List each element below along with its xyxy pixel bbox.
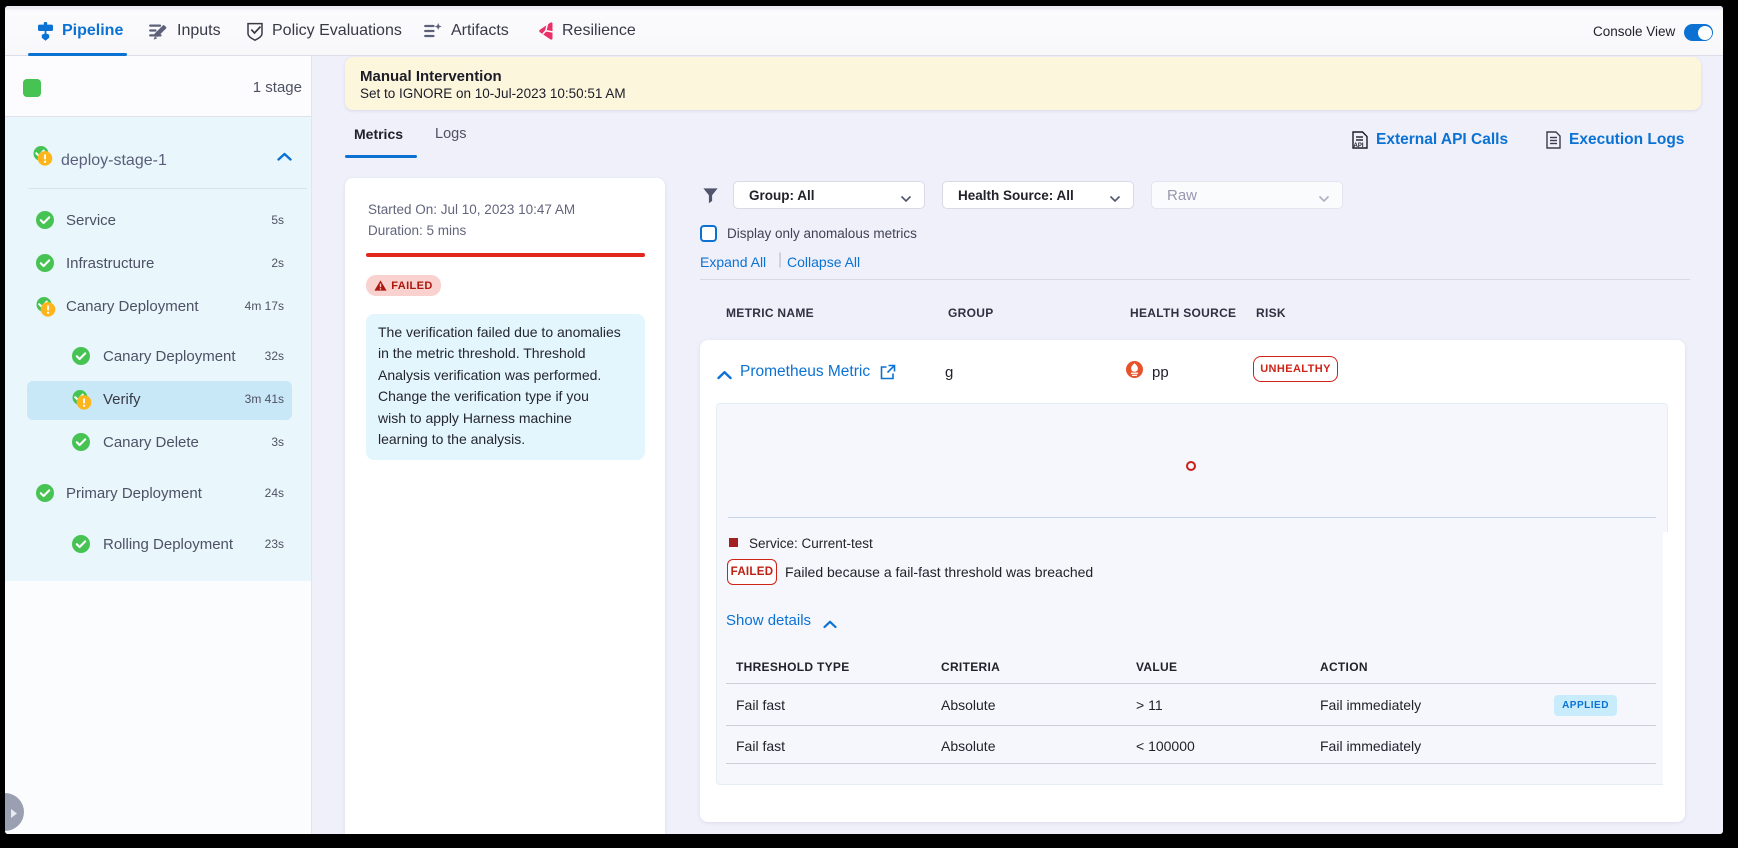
svg-text:API: API: [1354, 143, 1364, 149]
